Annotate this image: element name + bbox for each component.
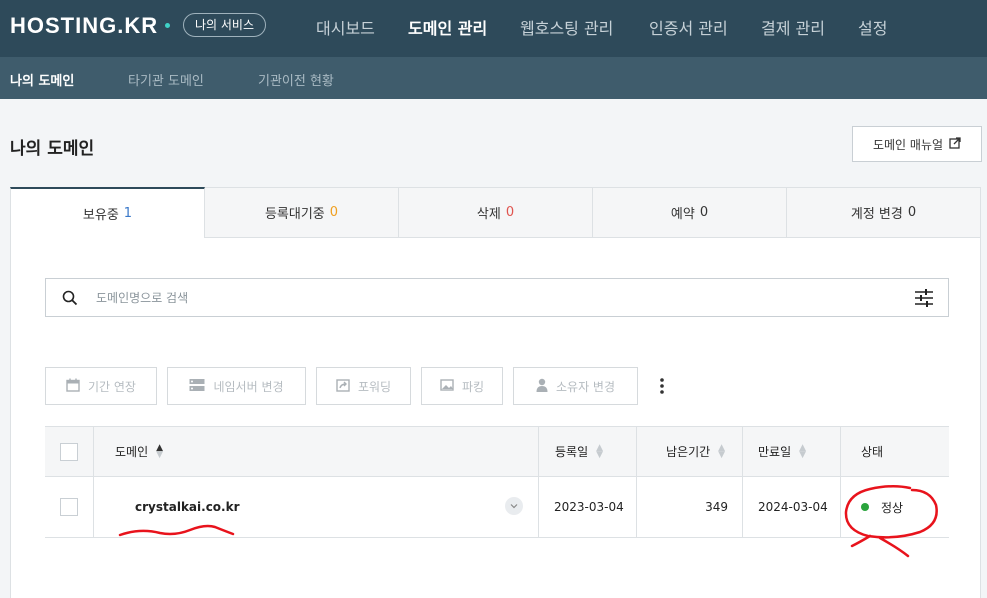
tab-account-change[interactable]: 계정 변경 0 — [787, 187, 981, 238]
action-label: 네임서버 변경 — [213, 379, 284, 394]
tab-count: 0 — [505, 205, 515, 220]
select-all-checkbox-cell — [60, 427, 78, 476]
column-divider — [636, 427, 637, 476]
sort-icon[interactable]: ▲ ▼ — [718, 443, 725, 459]
tab-owned[interactable]: 보유중 1 — [10, 187, 205, 238]
row-checkbox[interactable] — [60, 498, 78, 516]
forwarding-button[interactable]: 포워딩 — [316, 367, 411, 405]
tab-count: 0 — [699, 205, 709, 220]
parking-button[interactable]: 파킹 — [421, 367, 503, 405]
person-icon — [536, 378, 548, 395]
column-header-registered[interactable]: 등록일 ▲ ▼ — [555, 427, 603, 476]
domain-search-box — [45, 278, 949, 317]
nav-dashboard[interactable]: 대시보드 — [316, 15, 375, 39]
tab-count: 0 — [907, 205, 917, 220]
expiry-date: 2024-03-04 — [758, 500, 828, 514]
tab-label: 등록대기중 — [264, 207, 325, 222]
forward-icon — [336, 378, 350, 395]
nav-settings[interactable]: 설정 — [858, 15, 887, 39]
sub-navigation-bar: 나의 도메인 타기관 도메인 기관이전 현황 — [0, 57, 987, 99]
domain-name-link[interactable]: crystalkai.co.kr — [135, 477, 240, 537]
domain-status-tabs: 보유중 1 등록대기중 0 삭제 0 예약 0 계정 변경 0 — [10, 187, 981, 238]
filter-sliders-icon[interactable] — [914, 289, 934, 311]
column-header-remaining[interactable]: 남은기간 ▲ ▼ — [666, 427, 725, 476]
tab-pending-registration[interactable]: 등록대기중 0 — [205, 187, 399, 238]
search-icon — [62, 290, 78, 310]
my-services-button[interactable]: 나의 서비스 — [183, 13, 267, 37]
action-label: 기간 연장 — [88, 379, 136, 394]
sort-ascending-icon[interactable]: ▲ ▼ — [156, 443, 163, 459]
column-divider — [538, 427, 539, 476]
column-divider — [93, 477, 94, 537]
column-header-domain[interactable]: 도메인 ▲ ▼ — [115, 427, 163, 476]
more-options-icon[interactable] — [658, 376, 666, 396]
nav-webhosting-management[interactable]: 웹호스팅 관리 — [520, 15, 613, 39]
column-divider — [840, 427, 841, 476]
column-header-expires[interactable]: 만료일 ▲ ▼ — [758, 427, 806, 476]
tab-count: 1 — [123, 206, 133, 221]
hosting-kr-logo[interactable]: HOSTING.KR — [10, 13, 158, 39]
tab-reserved[interactable]: 예약 0 — [593, 187, 787, 238]
server-icon — [189, 378, 205, 395]
column-divider — [840, 477, 841, 537]
image-icon — [440, 378, 454, 395]
change-nameserver-button[interactable]: 네임서버 변경 — [167, 367, 306, 405]
domain-search-input[interactable] — [96, 279, 876, 316]
sort-icon[interactable]: ▲ ▼ — [596, 443, 603, 459]
column-divider — [636, 477, 637, 537]
column-divider — [742, 427, 743, 476]
nav-domain-management[interactable]: 도메인 관리 — [408, 15, 487, 39]
top-navigation-bar: HOSTING.KR 나의 서비스 대시보드 도메인 관리 웹호스팅 관리 인증… — [0, 0, 987, 57]
select-all-checkbox[interactable] — [60, 442, 78, 461]
action-label: 포워딩 — [357, 379, 392, 394]
action-label: 파킹 — [461, 379, 485, 394]
change-owner-button[interactable]: 소유자 변경 — [513, 367, 638, 405]
external-link-icon — [949, 136, 961, 152]
domain-table-header: 도메인 ▲ ▼ 등록일 ▲ ▼ 남은기간 ▲ ▼ 만료일 ▲ ▼ 상태 — [45, 426, 949, 477]
subnav-other-registrar-domains[interactable]: 타기관 도메인 — [128, 70, 204, 89]
sort-icon[interactable]: ▲ ▼ — [799, 443, 806, 459]
domain-manual-label: 도메인 매뉴얼 — [872, 137, 944, 152]
tab-label: 예약 — [670, 207, 695, 222]
status-badge: 정상 — [861, 477, 903, 537]
table-row[interactable]: crystalkai.co.kr 2023-03-04 349 2024-03-… — [45, 477, 949, 538]
status-dot-icon — [861, 503, 869, 511]
subnav-my-domains[interactable]: 나의 도메인 — [10, 70, 74, 89]
column-divider — [93, 427, 94, 476]
column-header-status: 상태 — [861, 427, 883, 476]
chevron-down-icon[interactable] — [505, 497, 523, 515]
column-divider — [538, 477, 539, 537]
column-header-label: 등록일 — [555, 445, 589, 459]
column-header-label: 도메인 — [115, 445, 149, 459]
nav-billing-management[interactable]: 결제 관리 — [761, 15, 825, 39]
status-label: 정상 — [881, 500, 904, 515]
tab-label: 보유중 — [82, 208, 119, 223]
nav-certificate-management[interactable]: 인증서 관리 — [649, 15, 728, 39]
column-header-label: 만료일 — [758, 445, 792, 459]
logo-accent-dot — [165, 23, 170, 28]
column-divider — [742, 477, 743, 537]
action-label: 소유자 변경 — [555, 379, 615, 394]
extend-period-button[interactable]: 기간 연장 — [45, 367, 157, 405]
row-checkbox-cell — [60, 477, 78, 537]
tab-label: 계정 변경 — [850, 207, 903, 222]
calendar-icon — [66, 378, 80, 395]
domain-manual-button[interactable]: 도메인 매뉴얼 — [852, 126, 982, 162]
column-header-label: 상태 — [861, 445, 884, 459]
tab-deleted[interactable]: 삭제 0 — [399, 187, 593, 238]
tab-label: 삭제 — [476, 207, 501, 222]
page-title: 나의 도메인 — [10, 139, 95, 159]
tab-count: 0 — [329, 205, 339, 220]
column-header-label: 남은기간 — [666, 445, 711, 459]
subnav-transfer-status[interactable]: 기관이전 현황 — [258, 70, 334, 89]
remaining-days: 349 — [705, 500, 728, 514]
registered-date: 2023-03-04 — [554, 500, 624, 514]
